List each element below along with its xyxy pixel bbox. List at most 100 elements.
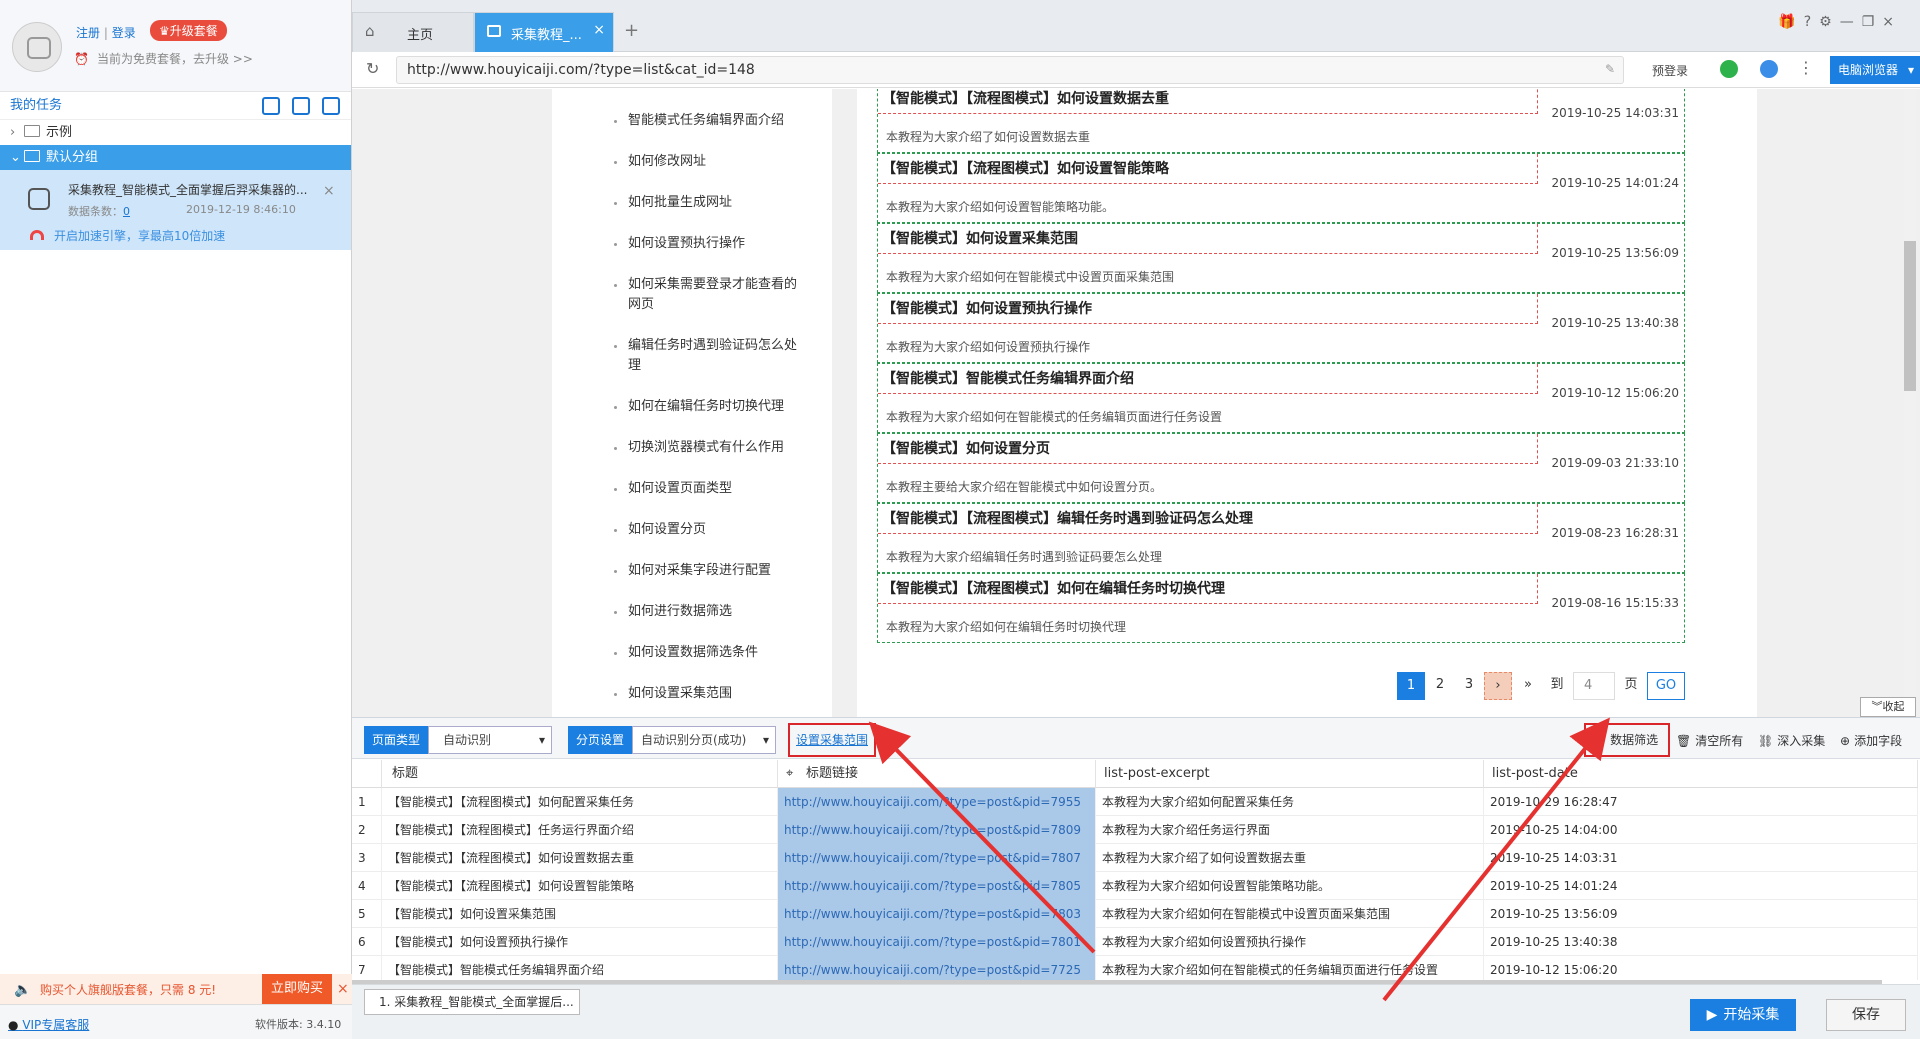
article-title[interactable]: 【智能模式】智能模式任务编辑界面介绍 (878, 364, 1538, 394)
cell-date[interactable]: 2019-10-25 14:01:24 (1484, 872, 1918, 900)
table-row[interactable]: 6 【智能模式】如何设置预执行操作 http://www.houyicaiji.… (352, 928, 1918, 956)
article-item[interactable]: 【智能模式】如何设置预执行操作 2019-10-25 13:40:38 本教程为… (877, 293, 1685, 363)
collapse-button[interactable]: ︾收起 (1860, 697, 1916, 717)
nav-link[interactable]: 如何在编辑任务时切换代理 (614, 397, 808, 417)
cell-title[interactable]: 【智能模式】如何设置预执行操作 (382, 928, 778, 956)
article-item[interactable]: 【智能模式】智能模式任务编辑界面介绍 2019-10-12 15:06:20 本… (877, 363, 1685, 433)
scroll-thumb[interactable] (1904, 241, 1916, 391)
article-title[interactable]: 【智能模式】如何设置预执行操作 (878, 294, 1538, 324)
nav-link[interactable]: 如何设置预执行操作 (614, 234, 808, 254)
cell-date[interactable]: 2019-10-29 16:28:47 (1484, 788, 1918, 816)
table-row[interactable]: 1 【智能模式】【流程图模式】如何配置采集任务 http://www.houyi… (352, 788, 1918, 816)
article-item[interactable]: 【智能模式】【流程图模式】如何设置智能策略 2019-10-25 14:01:2… (877, 153, 1685, 223)
restore-icon[interactable]: ❐ (1862, 14, 1883, 30)
header-excerpt[interactable]: list-post-excerpt (1096, 760, 1484, 788)
cell-title[interactable]: 【智能模式】智能模式任务编辑界面介绍 (382, 956, 778, 980)
start-collect-button[interactable]: ▶ 开始采集 (1690, 999, 1796, 1031)
cell-excerpt[interactable]: 本教程为大家介绍了如何设置数据去重 (1096, 844, 1484, 872)
article-title[interactable]: 【智能模式】【流程图模式】如何在编辑任务时切换代理 (878, 574, 1538, 604)
cell-link[interactable]: http://www.houyicaiji.com/?type=post&pid… (778, 928, 1096, 956)
cell-title[interactable]: 【智能模式】【流程图模式】如何配置采集任务 (382, 788, 778, 816)
nav-link[interactable]: 如何设置数据筛选条件 (614, 643, 808, 663)
login-link[interactable]: 登录 (112, 26, 136, 40)
article-title[interactable]: 【智能模式】【流程图模式】如何设置智能策略 (878, 154, 1538, 184)
close-window-icon[interactable]: × (1882, 14, 1902, 30)
cell-title[interactable]: 【智能模式】【流程图模式】如何设置智能策略 (382, 872, 778, 900)
article-title[interactable]: 【智能模式】如何设置分页 (878, 434, 1538, 464)
cell-excerpt[interactable]: 本教程为大家介绍如何在智能模式中设置页面采集范围 (1096, 900, 1484, 928)
close-icon[interactable]: × (593, 22, 605, 38)
cell-link[interactable]: http://www.houyicaiji.com/?type=post&pid… (778, 816, 1096, 844)
page-button[interactable]: 2 (1426, 672, 1454, 700)
cell-link[interactable]: http://www.houyicaiji.com/?type=post&pid… (778, 872, 1096, 900)
browser-mode-select[interactable]: 电脑浏览器 ▾ (1830, 56, 1920, 84)
cell-date[interactable]: 2019-10-25 14:04:00 (1484, 816, 1918, 844)
search-task-icon[interactable] (322, 97, 340, 115)
article-item[interactable]: 【智能模式】如何设置分页 2019-09-03 21:33:10 本教程主要给大… (877, 433, 1685, 503)
nav-link[interactable]: 如何修改网址 (614, 152, 808, 172)
article-title[interactable]: 【智能模式】如何设置采集范围 (878, 224, 1538, 254)
help-icon[interactable]: ? (1804, 14, 1819, 30)
import-task-icon[interactable] (262, 97, 280, 115)
cell-excerpt[interactable]: 本教程为大家介绍任务运行界面 (1096, 816, 1484, 844)
paging-select[interactable]: 自动识别分页(成功) (632, 726, 776, 754)
page-button[interactable]: 3 (1455, 672, 1483, 700)
cell-link[interactable]: http://www.houyicaiji.com/?type=post&pid… (778, 844, 1096, 872)
nav-link[interactable]: 如何采集需要登录才能查看的网页 (614, 275, 808, 315)
article-item[interactable]: 【智能模式】【流程图模式】编辑任务时遇到验证码怎么处理 2019-08-23 1… (877, 503, 1685, 573)
article-item[interactable]: 【智能模式】【流程图模式】如何在编辑任务时切换代理 2019-08-16 15:… (877, 573, 1685, 643)
article-title[interactable]: 【智能模式】【流程图模式】编辑任务时遇到验证码怎么处理 (878, 504, 1538, 534)
article-item[interactable]: 【智能模式】【流程图模式】如何设置数据去重 2019-10-25 14:03:3… (877, 89, 1685, 153)
deep-collect-button[interactable]: ⛓ 深入采集 (1758, 732, 1825, 749)
plan-line[interactable]: ⏰ 当前为免费套餐，去升级 >> (74, 50, 253, 67)
add-field-button[interactable]: ⊕ 添加字段 (1840, 732, 1902, 749)
refresh-icon[interactable]: ↻ (366, 59, 379, 78)
task-count[interactable]: 0 (123, 205, 130, 218)
table-row[interactable]: 2 【智能模式】【流程图模式】任务运行界面介绍 http://www.houyi… (352, 816, 1918, 844)
upgrade-button[interactable]: ♛升级套餐 (150, 20, 227, 41)
url-input[interactable]: http://www.houyicaiji.com/?type=list&cat… (396, 56, 1624, 84)
cell-excerpt[interactable]: 本教程为大家介绍如何设置智能策略功能。 (1096, 872, 1484, 900)
tab-home[interactable]: ⌂ 主页 (352, 12, 474, 52)
vip-service-link[interactable]: ● VIP专属客服 (8, 1016, 89, 1033)
task-tab[interactable]: 1. 采集教程_智能模式_全面掌握后... (364, 989, 580, 1015)
gear-icon[interactable]: ⚙ (1819, 14, 1840, 30)
nav-link[interactable]: 智能模式任务编辑界面介绍 (614, 111, 808, 131)
minimize-icon[interactable]: — (1840, 14, 1862, 30)
table-row[interactable]: 5 【智能模式】如何设置采集范围 http://www.houyicaiji.c… (352, 900, 1918, 928)
nav-link[interactable]: 切换浏览器模式有什么作用 (614, 438, 808, 458)
nav-link[interactable]: 如何批量生成网址 (614, 193, 808, 213)
save-button[interactable]: 保存 (1826, 999, 1906, 1031)
green-status-icon[interactable] (1720, 60, 1738, 78)
new-tab-icon[interactable]: + (624, 20, 639, 41)
register-link[interactable]: 注册 (76, 26, 100, 40)
gift-icon[interactable]: 🎁 (1778, 14, 1803, 30)
edit-icon[interactable]: ✎ (1605, 62, 1615, 76)
article-item[interactable]: 【智能模式】如何设置采集范围 2019-10-25 13:56:09 本教程为大… (877, 223, 1685, 293)
cell-excerpt[interactable]: 本教程为大家介绍如何在智能模式的任务编辑页面进行任务设置 (1096, 956, 1484, 980)
page-number-input[interactable]: 4 (1573, 672, 1615, 700)
page-type-select[interactable]: 自动识别 (428, 726, 552, 754)
data-filter-button[interactable]: ▽ 数据筛选 (1584, 723, 1670, 757)
page-button[interactable]: 1 (1397, 672, 1425, 700)
cell-date[interactable]: 2019-10-25 13:40:38 (1484, 928, 1918, 956)
nav-link[interactable]: 如何进行数据筛选 (614, 602, 808, 622)
header-link[interactable]: ⌖ 标题链接 (778, 760, 1096, 788)
next-page-button[interactable]: › (1484, 672, 1512, 700)
go-button[interactable]: GO (1647, 672, 1685, 700)
header-date[interactable]: list-post-date (1484, 760, 1918, 788)
tab-collect[interactable]: 采集教程_... × (474, 12, 614, 52)
cell-link[interactable]: http://www.houyicaiji.com/?type=post&pid… (778, 956, 1096, 980)
table-row[interactable]: 4 【智能模式】【流程图模式】如何设置智能策略 http://www.houyi… (352, 872, 1918, 900)
prelogin-button[interactable]: 预登录 (1652, 62, 1688, 79)
speed-engine-link[interactable]: 开启加速引擎，享最高10倍加速 (30, 227, 225, 244)
close-icon[interactable]: × (323, 183, 335, 199)
cell-link[interactable]: http://www.houyicaiji.com/?type=post&pid… (778, 788, 1096, 816)
nav-link[interactable]: 如何对采集字段进行配置 (614, 561, 808, 581)
clear-all-button[interactable]: 🗑 清空所有 (1676, 732, 1743, 749)
close-icon[interactable]: × (337, 981, 349, 997)
article-title[interactable]: 【智能模式】【流程图模式】如何设置数据去重 (878, 89, 1538, 114)
cell-link[interactable]: http://www.houyicaiji.com/?type=post&pid… (778, 900, 1096, 928)
add-task-icon[interactable] (292, 97, 310, 115)
header-title[interactable]: 标题 (382, 760, 778, 788)
